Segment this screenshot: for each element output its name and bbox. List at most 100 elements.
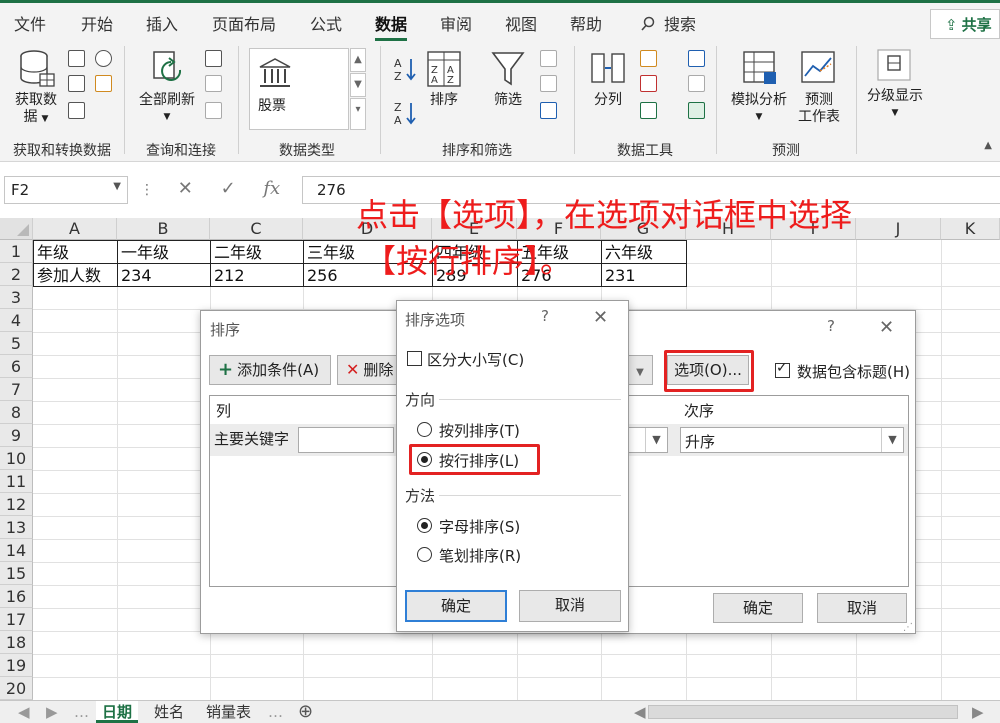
chevron-down-icon[interactable]: ▼: [113, 181, 121, 192]
row-header-17[interactable]: 17: [0, 608, 33, 631]
row-header-10[interactable]: 10: [0, 447, 33, 470]
cell-g1[interactable]: 六年级: [602, 241, 653, 264]
row-header-9[interactable]: 9: [0, 424, 33, 447]
more-tabs-icon[interactable]: …: [68, 701, 95, 723]
sheet-tab-name[interactable]: 姓名: [148, 701, 190, 723]
tab-page-layout[interactable]: 页面布局: [212, 11, 276, 35]
tab-data[interactable]: 数据: [375, 11, 408, 41]
cell-c1[interactable]: 二年级: [211, 241, 262, 264]
cell-b2[interactable]: 234: [118, 264, 152, 287]
what-if-button[interactable]: 模拟分析 ▼: [726, 92, 792, 126]
insert-function-icon[interactable]: fx: [263, 178, 280, 199]
consolidate-icon[interactable]: [688, 50, 705, 67]
remove-duplicates-icon[interactable]: [640, 75, 657, 92]
cell-d1[interactable]: 三年级: [304, 241, 355, 264]
row-header-13[interactable]: 13: [0, 516, 33, 539]
advanced-filter-icon[interactable]: [540, 102, 557, 119]
row-header-20[interactable]: 20: [0, 677, 33, 700]
cell-a1[interactable]: 年级: [34, 241, 69, 264]
more-tabs-icon[interactable]: …: [262, 701, 289, 723]
cancel-icon[interactable]: ✕: [178, 178, 193, 199]
enter-icon[interactable]: ✓: [221, 178, 236, 199]
column-header-b[interactable]: B: [117, 218, 210, 240]
clear-filter-icon[interactable]: [540, 50, 557, 67]
from-web-icon[interactable]: [95, 50, 112, 67]
alphabetical-radio[interactable]: [417, 518, 432, 533]
sort-za-icon[interactable]: ZA: [392, 100, 418, 126]
row-header-16[interactable]: 16: [0, 585, 33, 608]
column-header-j[interactable]: J: [856, 218, 941, 240]
edit-links-icon[interactable]: [205, 102, 222, 119]
data-validation-icon[interactable]: [640, 102, 657, 119]
row-header-5[interactable]: 5: [0, 332, 33, 355]
properties-icon[interactable]: [205, 75, 222, 92]
by-column-radio[interactable]: [417, 422, 432, 437]
name-box[interactable]: F2 ▼: [4, 176, 128, 204]
queries-connections-icon[interactable]: [205, 50, 222, 67]
sort-ok-button[interactable]: 确定: [713, 593, 803, 623]
sort-az-icon[interactable]: AZ: [392, 56, 418, 82]
tab-view[interactable]: 视图: [505, 11, 537, 35]
flash-fill-icon[interactable]: [640, 50, 657, 67]
cell-d2[interactable]: 256: [304, 264, 338, 287]
tab-help[interactable]: 帮助: [570, 11, 602, 35]
move-down-button[interactable]: ▼: [627, 355, 653, 385]
scroll-left-icon[interactable]: ◀: [12, 701, 36, 723]
add-condition-button[interactable]: + 添加条件(A): [209, 355, 331, 385]
sheet-tab-date[interactable]: 日期: [96, 701, 139, 723]
existing-connections-icon[interactable]: [68, 102, 85, 119]
header-checkbox[interactable]: ✓: [775, 360, 790, 378]
scroll-right-icon[interactable]: ▶: [966, 701, 990, 723]
get-data-button[interactable]: 获取数 据 ▼: [8, 92, 64, 128]
refresh-all-button[interactable]: 全部刷新 ▼: [134, 92, 200, 126]
options-ok-button[interactable]: 确定: [405, 590, 507, 622]
delete-condition-button[interactable]: ✕ 删除: [337, 355, 403, 385]
from-text-icon[interactable]: [68, 50, 85, 67]
text-to-columns-button[interactable]: 分列: [588, 92, 628, 109]
select-all-corner[interactable]: [0, 218, 33, 240]
collapse-ribbon-icon[interactable]: ▲: [984, 140, 992, 151]
tab-review[interactable]: 审阅: [440, 11, 472, 35]
tab-insert[interactable]: 插入: [146, 11, 178, 35]
tab-formulas[interactable]: 公式: [310, 11, 342, 35]
share-button[interactable]: ⇪ 共享: [930, 9, 1000, 39]
gallery-down-arrow[interactable]: ▼: [350, 73, 366, 97]
stroke-radio[interactable]: [417, 547, 432, 562]
column-header-k[interactable]: K: [941, 218, 1000, 240]
horizontal-scrollbar[interactable]: [648, 705, 958, 719]
row-header-1[interactable]: 1: [0, 240, 33, 263]
forecast-sheet-button[interactable]: 预测 工作表: [794, 92, 844, 126]
gallery-up-arrow[interactable]: ▲: [350, 48, 366, 72]
column-header-c[interactable]: C: [210, 218, 303, 240]
tab-home[interactable]: 开始: [81, 11, 113, 35]
outline-button[interactable]: 分级显示 ▼: [862, 88, 928, 122]
search-box[interactable]: 搜索: [640, 11, 696, 35]
chevron-down-icon[interactable]: ▼: [881, 428, 903, 452]
sheet-tab-sales[interactable]: 销量表: [200, 701, 257, 723]
row-header-11[interactable]: 11: [0, 470, 33, 493]
add-sheet-icon[interactable]: ⊕: [292, 701, 319, 723]
cell-a2[interactable]: 参加人数: [34, 264, 101, 287]
row-header-4[interactable]: 4: [0, 309, 33, 332]
order-select[interactable]: 升序 ▼: [680, 427, 904, 453]
column-select[interactable]: [298, 427, 394, 453]
row-header-14[interactable]: 14: [0, 539, 33, 562]
help-icon[interactable]: ?: [827, 317, 835, 335]
sort-button[interactable]: 排序: [424, 92, 464, 109]
cell-b1[interactable]: 一年级: [118, 241, 169, 264]
row-header-6[interactable]: 6: [0, 355, 33, 378]
reapply-filter-icon[interactable]: [540, 75, 557, 92]
row-header-18[interactable]: 18: [0, 631, 33, 654]
scroll-right-icon[interactable]: ▶: [40, 701, 64, 723]
column-header-a[interactable]: A: [33, 218, 117, 240]
close-icon[interactable]: ✕: [879, 317, 894, 338]
sort-cancel-button[interactable]: 取消: [817, 593, 907, 623]
help-icon[interactable]: ?: [541, 307, 549, 325]
chevron-down-icon[interactable]: ▼: [645, 428, 667, 452]
gallery-more-arrow[interactable]: ▾: [350, 98, 366, 130]
row-header-7[interactable]: 7: [0, 378, 33, 401]
tab-file[interactable]: 文件: [14, 11, 46, 35]
row-header-19[interactable]: 19: [0, 654, 33, 677]
row-header-2[interactable]: 2: [0, 263, 33, 286]
row-header-3[interactable]: 3: [0, 286, 33, 309]
